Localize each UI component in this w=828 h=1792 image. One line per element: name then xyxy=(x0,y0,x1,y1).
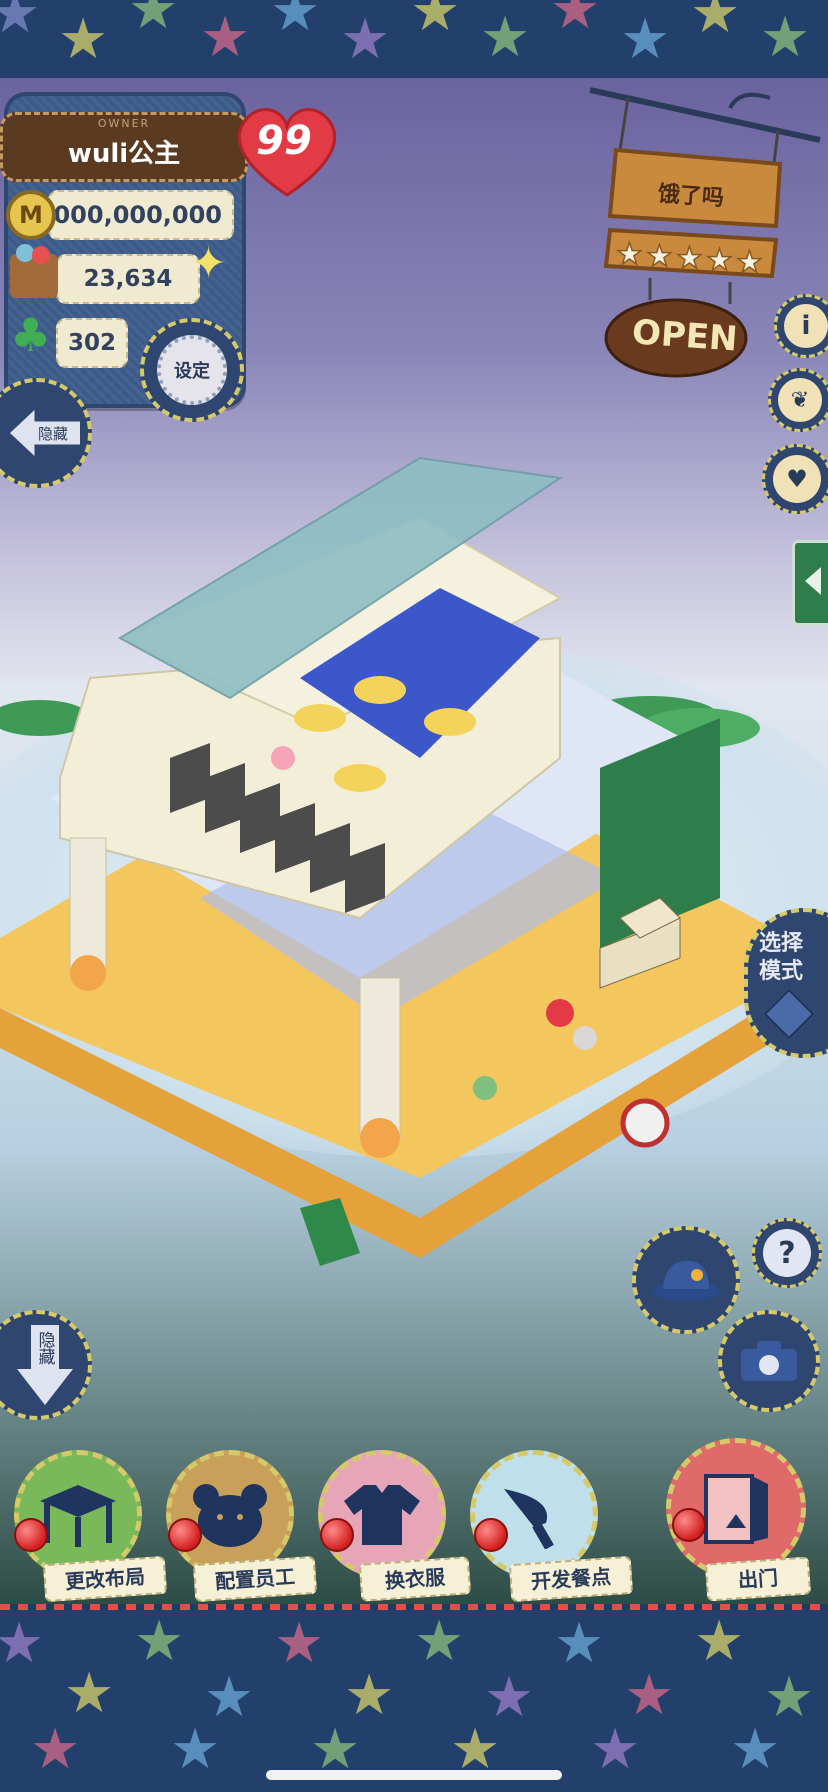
star-decoration: ★ xyxy=(274,1611,325,1676)
arrow-left-icon: 隐藏 xyxy=(10,410,80,456)
ingredients-display: 23,634 xyxy=(56,254,200,304)
table-icon xyxy=(40,1485,116,1547)
star-decoration: ★ xyxy=(694,1610,745,1674)
star-decoration: ★ xyxy=(0,0,41,46)
star-decoration: ★ xyxy=(620,7,671,72)
player-name: wuli公主 xyxy=(67,139,181,169)
game-scene[interactable]: OWNER wuli公主 99 1,000,000,000 M 23,634 ✦… xyxy=(0,78,828,1604)
menu-outfit-label: 换衣服 xyxy=(358,1556,472,1602)
help-button[interactable]: ? xyxy=(752,1218,822,1288)
star-decoration: ★ xyxy=(64,1661,115,1726)
star-decoration: ★ xyxy=(590,1717,641,1782)
pin-icon xyxy=(320,1518,354,1552)
star-decoration: ★ xyxy=(270,0,321,44)
clover-icon: ♣ xyxy=(10,308,52,362)
info-icon: i xyxy=(784,304,828,348)
heart-count: 99 xyxy=(256,118,312,164)
character-frog xyxy=(473,1076,497,1100)
svg-text:★: ★ xyxy=(676,241,703,276)
arrow-down-icon: 隐藏 xyxy=(17,1325,73,1405)
heart-bubble-icon: ♥ xyxy=(773,455,821,503)
costume-hat-button[interactable] xyxy=(632,1226,740,1334)
star-decoration: ★ xyxy=(344,1663,395,1728)
settings-button[interactable]: 设定 xyxy=(140,318,244,422)
pillar-ball xyxy=(70,955,106,991)
star-decoration: ★ xyxy=(410,0,461,44)
ingredients-value: 23,634 xyxy=(83,266,173,292)
cube-icon xyxy=(764,989,814,1039)
svg-text:★: ★ xyxy=(616,237,643,272)
arrow-left-icon xyxy=(805,567,821,595)
pillar xyxy=(359,977,401,1139)
camera-button[interactable] xyxy=(718,1310,820,1412)
coins-value: 1,000,000,000 xyxy=(27,201,222,229)
select-mode-label: 选择模式 xyxy=(759,931,804,984)
star-decoration: ★ xyxy=(690,0,741,46)
shop-status: OPEN xyxy=(630,312,739,360)
character-pig xyxy=(271,746,295,770)
pillar xyxy=(69,837,107,969)
gear-icon: 设定 xyxy=(157,335,227,405)
star-decoration: ★ xyxy=(760,5,811,70)
shirt-icon xyxy=(344,1485,420,1545)
settings-label: 设定 xyxy=(174,361,210,382)
coin-icon: M xyxy=(6,190,56,240)
star-decoration: ★ xyxy=(624,1663,675,1728)
svg-text:★: ★ xyxy=(736,245,763,280)
star-decoration: ★ xyxy=(0,1611,45,1676)
side-panel-toggle[interactable] xyxy=(792,540,828,626)
star-decoration: ★ xyxy=(414,1610,465,1674)
bear-icon xyxy=(193,1484,267,1547)
pin-icon xyxy=(672,1508,706,1542)
clover-value: 302 xyxy=(67,330,116,356)
star-decoration: ★ xyxy=(30,1717,81,1782)
shop-name: 饿了吗 xyxy=(657,181,725,212)
star-decoration: ★ xyxy=(730,1717,781,1782)
pin-icon xyxy=(168,1518,202,1552)
hide-top-label: 隐藏 xyxy=(37,424,68,443)
ingredients-basket-icon xyxy=(10,244,58,298)
camera-icon xyxy=(741,1341,797,1381)
star-decoration: ★ xyxy=(134,1610,185,1674)
clover-display: 302 xyxy=(56,318,128,368)
pin-icon xyxy=(14,1518,48,1552)
beach-ball xyxy=(620,1098,670,1148)
svg-text:★: ★ xyxy=(646,239,673,274)
book-icon: ❦ xyxy=(778,378,822,422)
select-mode-button[interactable]: 选择模式 xyxy=(744,908,828,1058)
star-decoration: ★ xyxy=(554,1611,605,1676)
character-mouse xyxy=(573,1026,597,1050)
star-decoration: ★ xyxy=(128,0,179,42)
pin-icon xyxy=(474,1518,508,1552)
help-label: ? xyxy=(778,1235,796,1271)
owner-nameplate: OWNER wuli公主 xyxy=(0,112,248,182)
star-decoration: ★ xyxy=(340,7,391,72)
hide-bottom-label: 隐藏 xyxy=(34,1331,55,1365)
pillar-ball xyxy=(360,1118,400,1158)
star-decoration: ★ xyxy=(58,7,109,72)
question-icon: ? xyxy=(763,1229,811,1277)
favorites-button[interactable]: ♥ xyxy=(762,444,828,514)
star-decoration: ★ xyxy=(170,1717,221,1782)
star-decoration: ★ xyxy=(480,5,531,70)
svg-text:★: ★ xyxy=(706,243,733,278)
recipe-book-button[interactable]: ❦ xyxy=(768,368,828,432)
heart-level-badge: 99 xyxy=(232,100,342,200)
door-icon xyxy=(704,1474,768,1544)
home-indicator[interactable] xyxy=(266,1770,562,1780)
menu-go-out-label: 出门 xyxy=(704,1556,812,1602)
character-santa xyxy=(546,999,574,1027)
star-decoration: ★ xyxy=(550,0,601,42)
sparkle-icon: ✦ xyxy=(190,238,227,289)
owner-tag: OWNER xyxy=(97,117,151,130)
star-decoration: ★ xyxy=(200,5,251,70)
coins-display: 1,000,000,000 xyxy=(28,190,234,240)
bottom-star-band: ★ ★ ★ ★ ★ ★ ★ ★ ★ ★ ★ ★ ★ ★ ★ ★ ★ ★ xyxy=(0,1610,828,1792)
hat-icon xyxy=(652,1261,720,1301)
top-star-band: ★ ★ ★ ★ ★ ★ ★ ★ ★ ★ ★ ★ xyxy=(0,0,828,84)
